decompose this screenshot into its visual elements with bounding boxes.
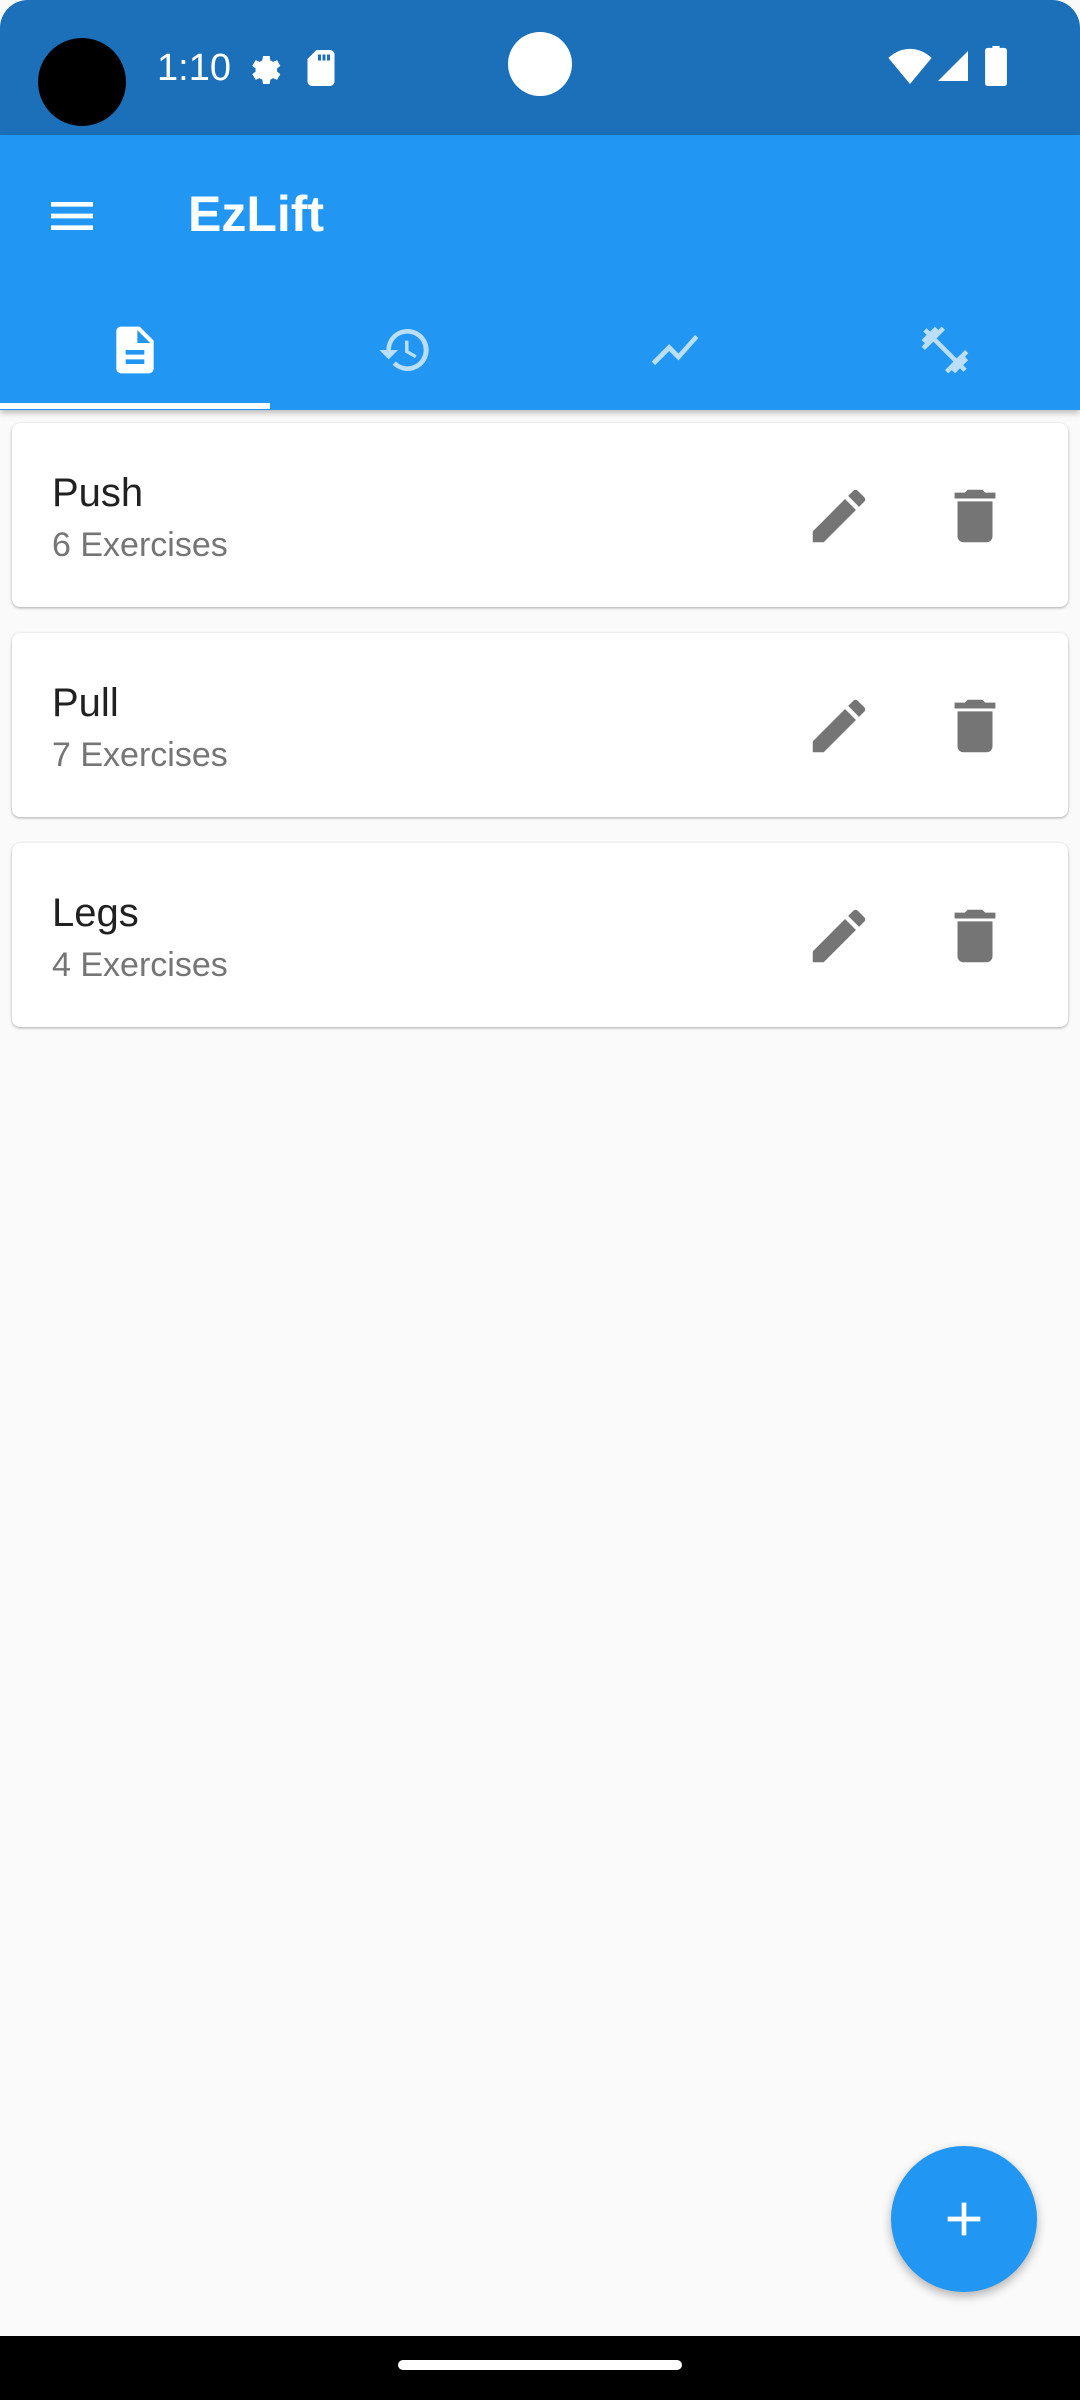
workout-exercise-count: 6 Exercises — [52, 526, 228, 564]
delete-button[interactable] — [940, 901, 1010, 971]
trash-icon — [954, 909, 996, 963]
menu-icon[interactable] — [44, 188, 100, 244]
camera-cutout — [38, 38, 126, 126]
dumbbell-icon — [921, 326, 969, 374]
settings-icon — [252, 56, 281, 84]
add-workout-button[interactable] — [891, 2146, 1037, 2292]
edit-button[interactable] — [804, 691, 874, 761]
history-icon — [379, 328, 429, 371]
workout-name: Legs — [52, 891, 139, 935]
trash-icon — [954, 699, 996, 753]
add-icon — [947, 2202, 981, 2236]
signal-icon — [938, 51, 968, 81]
trending-icon — [651, 334, 699, 366]
pencil-icon — [812, 489, 866, 543]
workout-card[interactable]: Pull 7 Exercises — [12, 633, 1068, 817]
pencil-icon — [812, 909, 866, 963]
tab-workouts[interactable] — [0, 290, 270, 410]
app-title: EzLift — [188, 186, 325, 242]
status-bar: 1:10 — [0, 0, 1080, 135]
status-time: 1:10 — [157, 47, 231, 89]
sd-card-icon — [307, 50, 335, 86]
edit-button[interactable] — [804, 481, 874, 551]
workout-exercise-count: 4 Exercises — [52, 946, 228, 984]
tab-exercises[interactable] — [810, 290, 1080, 410]
tab-history[interactable] — [270, 290, 540, 410]
pencil-icon — [812, 699, 866, 753]
workout-card[interactable]: Legs 4 Exercises — [12, 843, 1068, 1027]
notification-dot — [508, 32, 572, 96]
tab-progress[interactable] — [540, 290, 810, 410]
home-gesture-handle[interactable] — [398, 2360, 682, 2370]
edit-button[interactable] — [804, 901, 874, 971]
workout-name: Push — [52, 471, 144, 515]
delete-button[interactable] — [940, 481, 1010, 551]
tab-indicator — [0, 403, 270, 409]
workout-exercise-count: 7 Exercises — [52, 736, 228, 774]
wifi-icon — [888, 48, 932, 84]
app-bar: EzLift — [0, 135, 1080, 410]
trash-icon — [954, 489, 996, 543]
delete-button[interactable] — [940, 691, 1010, 761]
document-icon — [116, 326, 154, 374]
workout-card[interactable]: Push 6 Exercises — [12, 423, 1068, 607]
workout-name: Pull — [52, 681, 119, 725]
tab-bar — [0, 290, 1080, 410]
battery-icon — [985, 46, 1007, 86]
